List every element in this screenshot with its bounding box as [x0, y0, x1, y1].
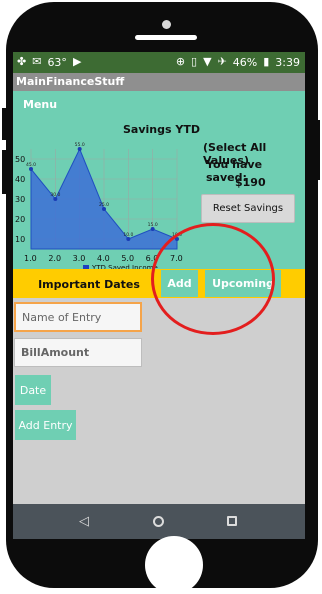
data-point-label: 15.0 — [148, 222, 158, 228]
home-icon[interactable] — [153, 516, 164, 527]
y-tick-label: 20 — [15, 215, 25, 224]
nav-bar: ◁ — [13, 504, 305, 539]
battery-icon: ▮ — [263, 55, 270, 68]
data-point-label: 25.0 — [99, 202, 109, 208]
app-title: MainFinanceStuff — [13, 73, 305, 91]
side-button-left-lower — [2, 150, 7, 194]
x-tick-label: 3.0 — [73, 254, 86, 263]
annotation-circle — [151, 223, 275, 335]
y-tick-label: 50 — [15, 155, 25, 164]
side-button-right — [315, 120, 320, 180]
y-tick-label: 40 — [15, 175, 25, 184]
home-button[interactable] — [145, 536, 203, 594]
nfc-icon: ✤ — [17, 55, 27, 68]
data-saver-icon: ⊕ — [175, 55, 186, 68]
x-tick-label: 4.0 — [97, 254, 110, 263]
recents-icon[interactable] — [227, 516, 237, 526]
y-tick-label: 30 — [15, 195, 25, 204]
battery-text: 46% — [232, 55, 258, 69]
front-camera — [162, 20, 171, 29]
menu-button[interactable]: Menu — [23, 98, 57, 111]
earpiece-speaker — [135, 35, 197, 40]
clock-text: 3:39 — [275, 55, 300, 69]
data-point-label: 30.0 — [50, 192, 60, 198]
bill-amount-input[interactable]: BillAmount — [14, 338, 142, 367]
mail-icon: ✉ — [32, 55, 42, 68]
video-icon: ▶ — [72, 55, 82, 68]
back-icon[interactable]: ◁ — [79, 514, 89, 529]
data-point-label: 45.0 — [26, 162, 36, 168]
x-tick-label: 5.0 — [121, 254, 134, 263]
temperature-text: 63° — [47, 55, 67, 69]
y-tick-label: 10 — [15, 235, 25, 244]
name-of-entry-input[interactable]: Name of Entry — [14, 302, 142, 332]
data-point-label: 55.0 — [75, 142, 85, 148]
status-bar: ✤ ✉ 63° ▶ ⊕ ▯ ▼ ✈ 46% ▮ 3:39 — [13, 52, 305, 73]
airplane-icon: ✈ — [217, 55, 227, 68]
vibrate-icon: ▯ — [191, 55, 198, 68]
reset-savings-button[interactable]: Reset Savings — [201, 194, 295, 223]
wifi-icon: ▼ — [203, 55, 212, 68]
x-tick-label: 2.0 — [48, 254, 61, 263]
date-button[interactable]: Date — [15, 375, 51, 405]
saved-amount: $190 — [235, 176, 266, 189]
add-entry-button[interactable]: Add Entry — [15, 410, 76, 440]
savings-panel: Menu Savings YTD 45.0 30.0 55.0 25.0 10.0 15.… — [13, 91, 305, 271]
x-tick-label: 1.0 — [24, 254, 37, 263]
data-point-label: 10.0 — [123, 232, 133, 238]
important-dates-tab[interactable]: Important Dates — [20, 273, 158, 295]
side-button-left — [2, 108, 7, 140]
